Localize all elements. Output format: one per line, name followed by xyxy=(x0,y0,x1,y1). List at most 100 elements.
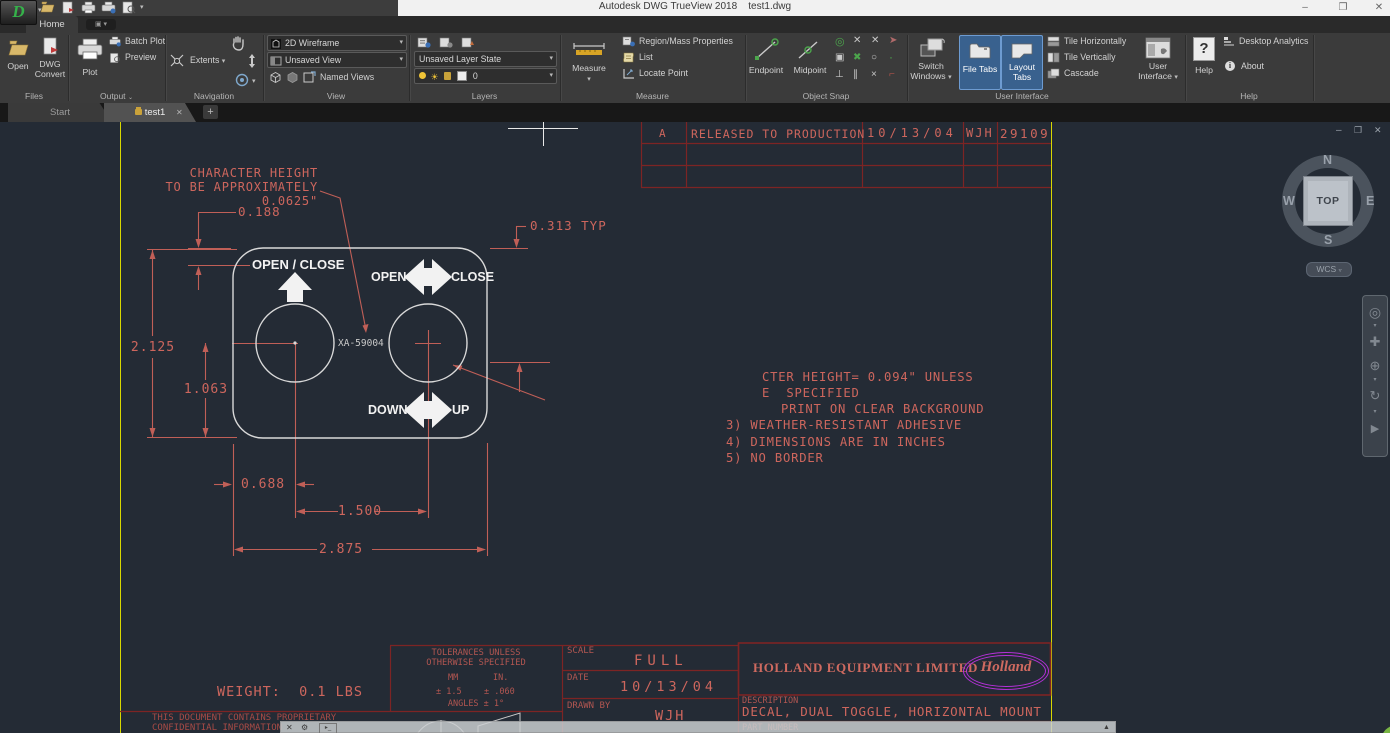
layer-unlock-icon[interactable] xyxy=(444,72,451,80)
snap-point-icon[interactable]: · xyxy=(889,50,893,64)
chevron-down-icon[interactable]: ▾ xyxy=(222,58,226,65)
switch-windows-button[interactable]: Switch Windows ▾ xyxy=(907,61,955,83)
endpoint-button[interactable]: Endpoint xyxy=(745,65,787,75)
panel-files-label[interactable]: Files xyxy=(0,90,68,103)
snap-quadrant-icon[interactable]: ✕ xyxy=(871,35,879,46)
drawing-window-restore-button[interactable]: ❐ xyxy=(1354,125,1362,136)
pan-hand-icon[interactable] xyxy=(231,36,245,51)
measure-button[interactable]: Measure▾ xyxy=(564,63,614,85)
layer-properties-icon[interactable] xyxy=(417,36,431,48)
panel-layers-label[interactable]: Layers xyxy=(409,90,560,103)
open-button[interactable]: Open xyxy=(0,61,36,71)
about-button[interactable]: About xyxy=(1241,59,1264,74)
view-state-dropdown[interactable]: Unsaved View▾ xyxy=(267,52,407,68)
viewcube-east[interactable]: E xyxy=(1366,194,1374,208)
command-line-close-icon[interactable]: ✕ xyxy=(286,722,293,733)
panel-user-interface-label[interactable]: User Interface xyxy=(907,90,1137,103)
viewcube-wcs-menu[interactable]: WCS ▿ xyxy=(1306,262,1352,277)
snap-parallel-icon[interactable]: ∥ xyxy=(853,69,858,80)
midpoint-button[interactable]: Midpoint xyxy=(789,65,831,75)
layer-color-swatch[interactable] xyxy=(457,71,467,81)
chevron-down-icon[interactable]: ▾ xyxy=(549,69,553,83)
ribbon-options-pill[interactable]: ▣ ▾ xyxy=(86,19,116,30)
tab-test1[interactable]: test1 ✕ xyxy=(104,103,196,122)
chevron-down-icon[interactable]: ▾ xyxy=(1174,74,1178,81)
plot-button[interactable]: Plot xyxy=(70,67,110,77)
chevron-down-icon[interactable]: ▾ xyxy=(1363,322,1387,329)
cascade-button[interactable]: Cascade xyxy=(1064,66,1099,81)
snap-center-icon[interactable]: ◎ xyxy=(835,35,845,48)
full-navigation-wheel-icon[interactable]: ◎ xyxy=(1363,304,1387,321)
chevron-down-icon[interactable]: ▾ xyxy=(399,36,403,50)
shaded-cube-icon[interactable] xyxy=(286,71,299,84)
file-tabs-button[interactable]: File Tabs xyxy=(959,35,1001,90)
pan-vertical-icon[interactable] xyxy=(247,54,257,68)
drawing-window-close-button[interactable]: ✕ xyxy=(1374,125,1382,136)
new-tab-button[interactable]: + xyxy=(203,105,218,119)
chevron-down-icon[interactable]: ▾ xyxy=(587,76,591,83)
close-button[interactable]: ✕ xyxy=(1366,0,1390,15)
snap-nearest-icon[interactable]: ○ xyxy=(871,52,877,63)
chevron-down-icon[interactable]: ▾ xyxy=(1363,376,1387,383)
viewcube-west[interactable]: W xyxy=(1283,194,1295,208)
pan-hand-icon[interactable]: ✚ xyxy=(1363,334,1387,350)
visual-style-dropdown[interactable]: 2D Wireframe▾ xyxy=(267,35,407,51)
viewcube-south[interactable]: S xyxy=(1324,233,1332,247)
chevron-down-icon[interactable]: ▾ xyxy=(948,74,952,81)
qat-customize-icon[interactable]: ▾ xyxy=(140,3,144,11)
panel-object-snap-label[interactable]: Object Snap xyxy=(745,90,907,103)
zoom-extents-button[interactable]: Extents ▾ xyxy=(190,53,225,68)
application-menu-button[interactable]: D xyxy=(0,0,37,25)
panel-help-label[interactable]: Help xyxy=(1185,90,1313,103)
snap-geometric-center-icon[interactable]: ▣ xyxy=(835,52,844,63)
list-button[interactable]: List xyxy=(639,50,653,65)
drawing-window-minimize-button[interactable]: – xyxy=(1336,125,1342,136)
region-mass-properties-button[interactable]: Region/Mass Properties xyxy=(639,34,733,49)
zoom-icon[interactable]: ⊕ xyxy=(1363,358,1387,374)
command-prompt-icon[interactable]: ▸_ xyxy=(319,723,337,733)
panel-output-label[interactable]: Output ⌄ xyxy=(68,90,165,103)
plot-preview-icon[interactable] xyxy=(120,1,137,14)
command-history-up-icon[interactable]: ▲ xyxy=(1103,722,1110,733)
layer-freeze-icon[interactable] xyxy=(461,36,475,48)
batch-plot-icon[interactable] xyxy=(100,1,117,14)
application-menu-caret-icon[interactable]: ▾ xyxy=(38,6,42,14)
snap-node-icon[interactable]: ✕ xyxy=(853,35,861,46)
chevron-down-icon[interactable]: ▾ xyxy=(1363,408,1387,415)
layer-thaw-sun-icon[interactable]: ☀ xyxy=(430,70,438,84)
layer-isolate-icon[interactable] xyxy=(439,36,453,48)
chevron-down-icon[interactable]: ▾ xyxy=(252,77,256,85)
snap-apparent-intersection-icon[interactable]: × xyxy=(871,69,877,80)
open-icon[interactable] xyxy=(40,1,57,14)
layer-state-dropdown[interactable]: Unsaved Layer State▾ xyxy=(414,51,557,67)
maximize-button[interactable]: ❐ xyxy=(1330,0,1356,15)
dwg-convert-icon[interactable] xyxy=(60,1,77,14)
tile-horizontally-button[interactable]: Tile Horizontally xyxy=(1064,34,1126,49)
orbit-icon[interactable]: ↻ xyxy=(1363,388,1387,404)
command-line-bar[interactable]: ✕ ⚙ ▸_ ▲ xyxy=(280,721,1116,733)
snap-insertion-icon[interactable]: ➤ xyxy=(889,35,897,46)
chevron-down-icon[interactable]: ▾ xyxy=(549,52,553,66)
batch-plot-button[interactable]: Batch Plot xyxy=(125,34,165,49)
user-interface-button[interactable]: User Interface ▾ xyxy=(1135,61,1181,83)
snap-intersection-icon[interactable]: ✖ xyxy=(853,52,861,63)
preview-button[interactable]: Preview xyxy=(125,50,156,65)
layout-tabs-button[interactable]: Layout Tabs xyxy=(1001,35,1043,90)
dwg-convert-button[interactable]: DWG Convert xyxy=(34,59,66,79)
view-cube-icon[interactable] xyxy=(269,71,282,84)
tab-start[interactable]: Start xyxy=(8,103,112,122)
tab-close-icon[interactable]: ✕ xyxy=(176,103,183,122)
current-layer-dropdown[interactable]: ☀ 0▾ xyxy=(414,68,557,84)
navigation-bar[interactable]: ◎ ▾ ✚ ⊕ ▾ ↻ ▾ ▶ xyxy=(1362,295,1388,457)
named-views-button[interactable]: Named Views xyxy=(320,70,374,85)
snap-extension-icon[interactable]: ⌐ xyxy=(889,69,895,80)
viewcube-top-face[interactable]: TOP xyxy=(1303,176,1353,226)
help-button[interactable]: Help xyxy=(1185,65,1223,75)
steering-wheel-icon[interactable] xyxy=(235,73,249,87)
snap-perpendicular-icon[interactable]: ⊥ xyxy=(835,69,844,80)
locate-point-button[interactable]: Locate Point xyxy=(639,66,688,81)
panel-view-label[interactable]: View xyxy=(263,90,409,103)
layer-on-bulb-icon[interactable] xyxy=(419,72,426,79)
plot-icon[interactable] xyxy=(80,1,97,14)
viewcube-north[interactable]: N xyxy=(1323,153,1332,167)
